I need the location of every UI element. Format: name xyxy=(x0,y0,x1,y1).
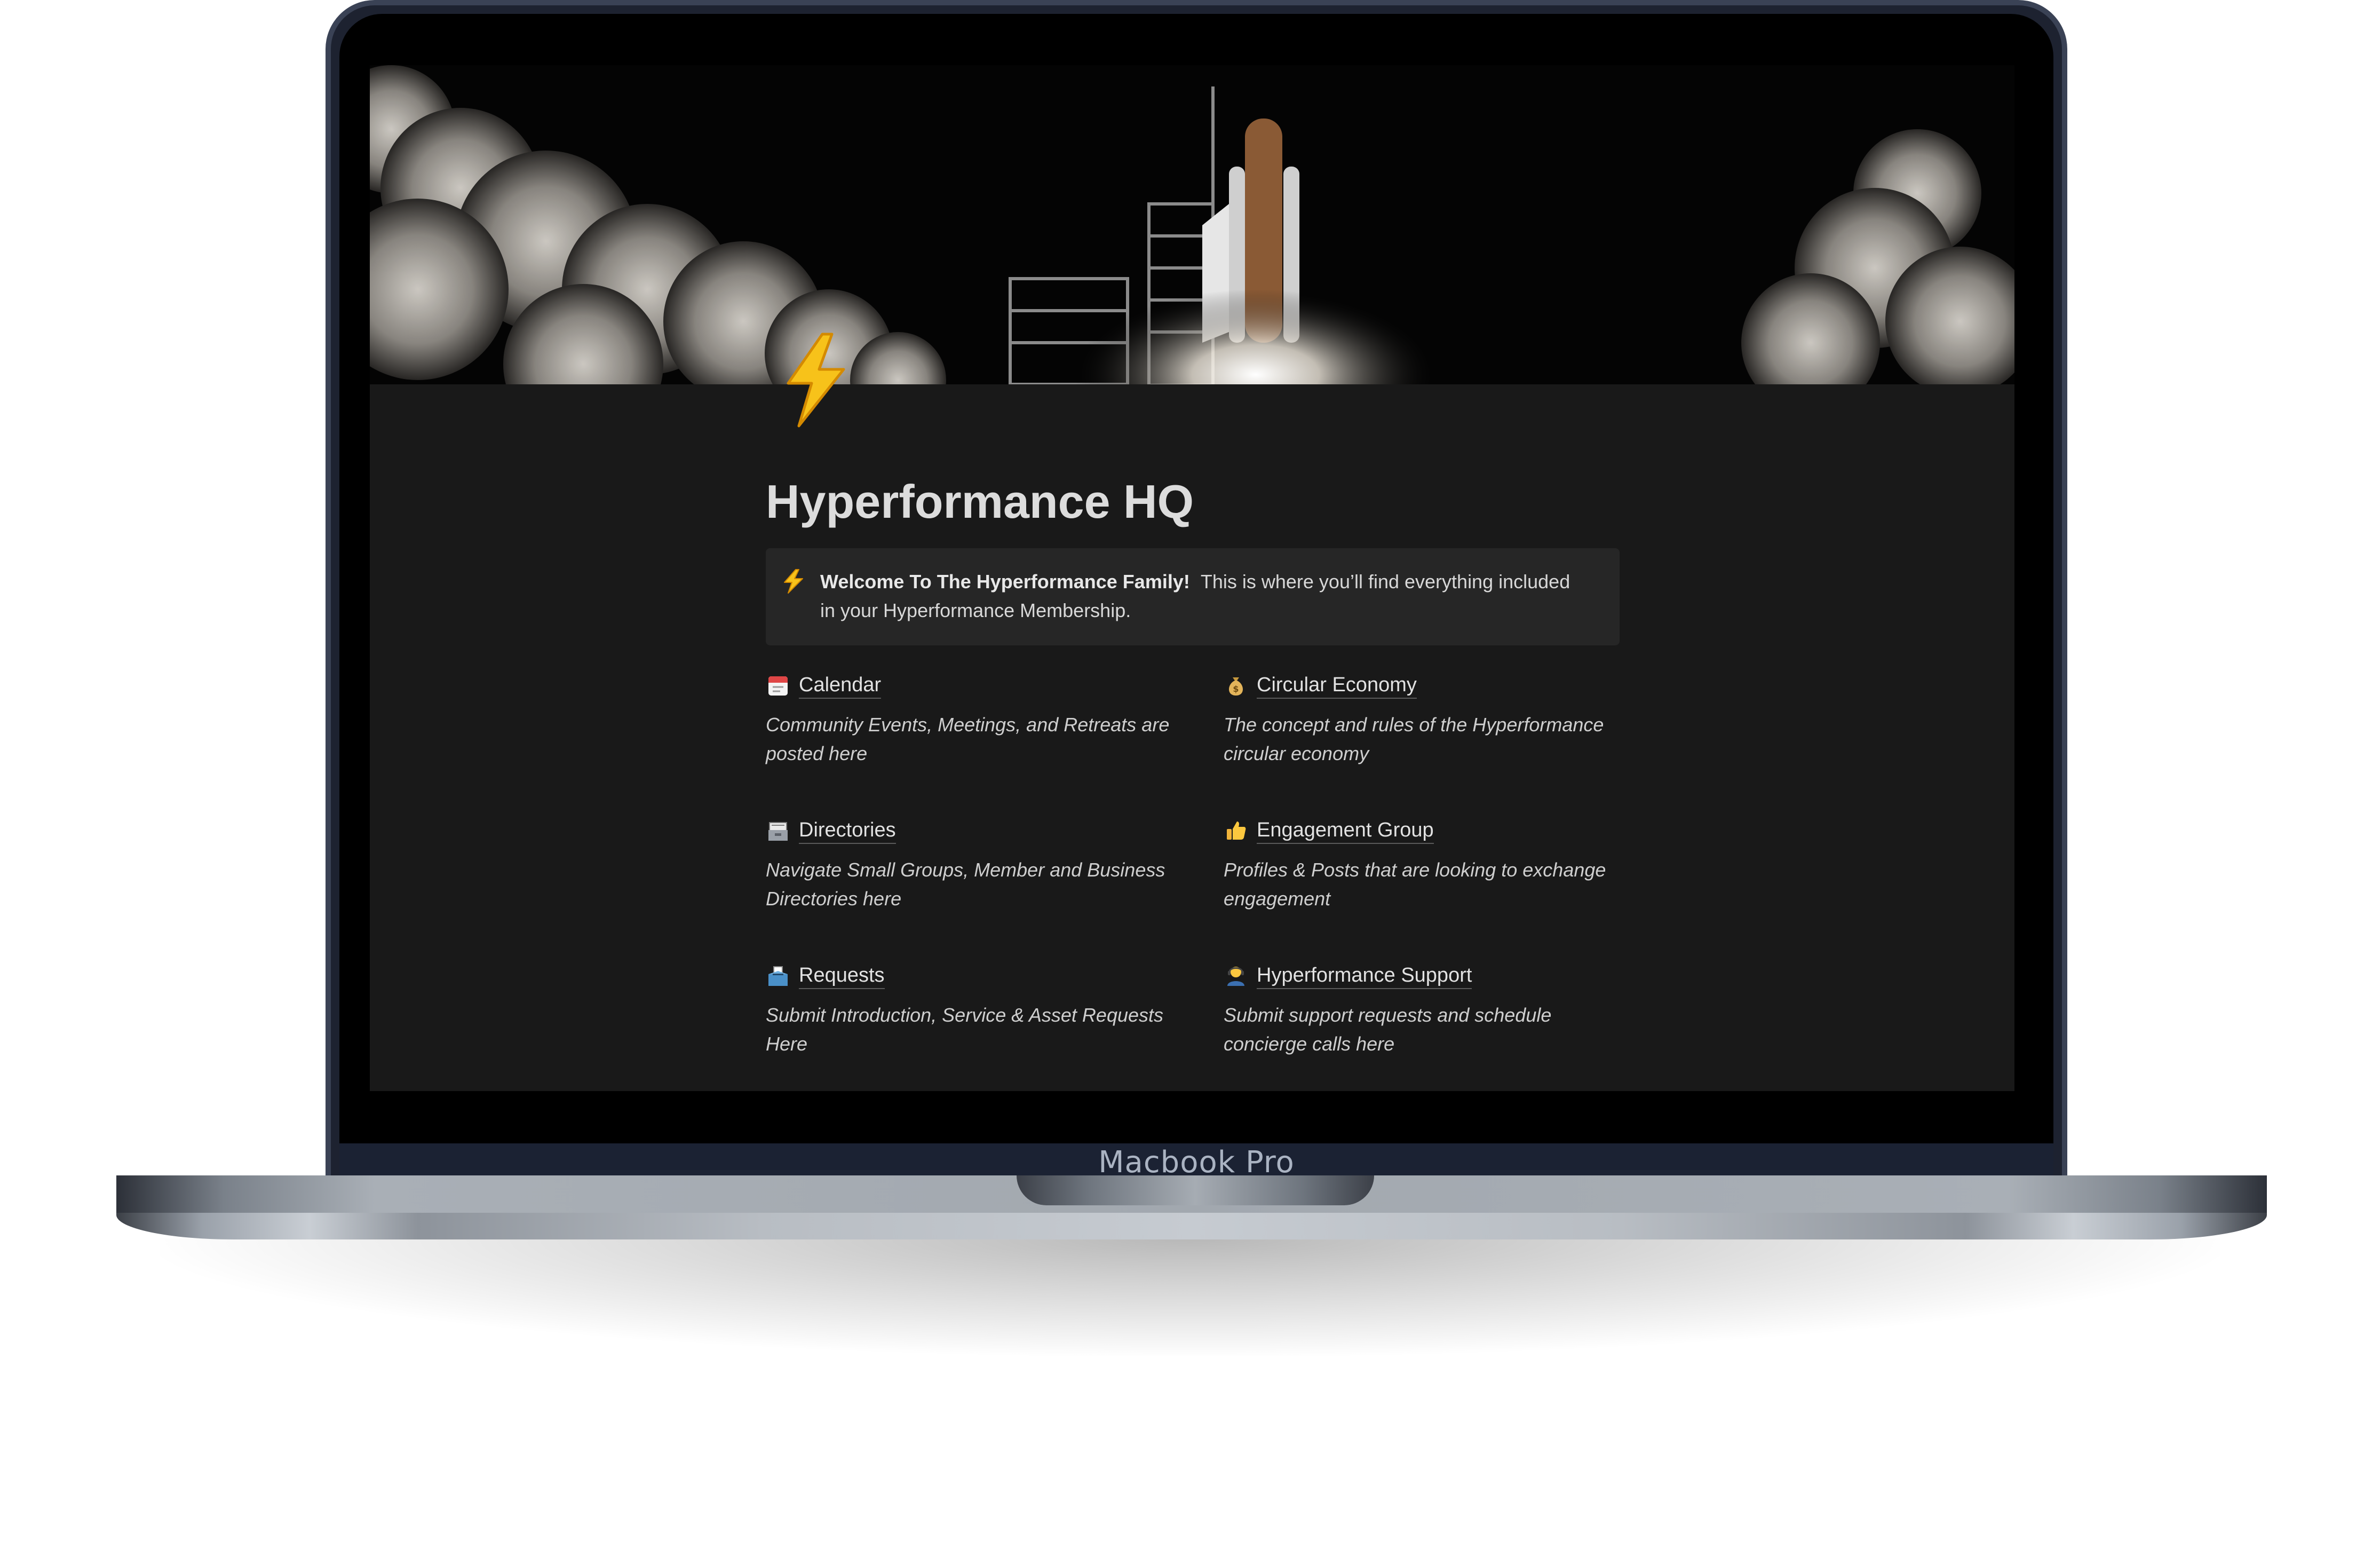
link-card-directories: Directories Navigate Small Groups, Membe… xyxy=(766,817,1224,913)
lightning-icon[interactable] xyxy=(781,332,850,428)
link-directories[interactable]: Directories xyxy=(766,817,1224,844)
link-card-engagement-group: Engagement Group Profiles & Posts that a… xyxy=(1224,817,1620,913)
link-description: Profiles & Posts that are looking to exc… xyxy=(1224,858,1606,910)
link-label[interactable]: Engagement Group xyxy=(1257,817,1434,844)
link-calendar[interactable]: Calendar xyxy=(766,672,1224,699)
thumbs-up-icon xyxy=(1224,818,1248,843)
page-title[interactable]: Hyperformance HQ xyxy=(766,476,1620,528)
support-agent-icon xyxy=(1224,963,1248,988)
device-shadow xyxy=(160,1238,2220,1356)
link-label[interactable]: Circular Economy xyxy=(1257,672,1417,699)
calendar-icon xyxy=(766,673,790,698)
link-hyperformance-support[interactable]: Hyperformance Support xyxy=(1224,962,1620,989)
link-label[interactable]: Directories xyxy=(799,817,896,844)
link-label[interactable]: Calendar xyxy=(799,672,882,699)
link-label[interactable]: Requests xyxy=(799,962,885,989)
welcome-callout: Welcome To The Hyperformance Family! Thi… xyxy=(766,548,1620,645)
link-card-circular-economy: $ Circular Economy The concept and rules… xyxy=(1224,672,1620,768)
model-label: Macbook Pro xyxy=(1098,1144,1295,1180)
lightning-icon xyxy=(782,568,805,594)
cover-image xyxy=(370,65,2014,384)
link-description: Submit support requests and schedule con… xyxy=(1224,1004,1552,1055)
link-description: Navigate Small Groups, Member and Busine… xyxy=(766,858,1165,910)
link-label[interactable]: Hyperformance Support xyxy=(1257,962,1472,989)
card-file-box-icon xyxy=(766,818,790,843)
link-card-calendar: Calendar Community Events, Meetings, and… xyxy=(766,672,1224,768)
link-description: Submit Introduction, Service & Asset Req… xyxy=(766,1004,1164,1055)
laptop-notch xyxy=(1017,1175,1374,1205)
link-description: Community Events, Meetings, and Retreats… xyxy=(766,713,1170,764)
ballot-box-icon xyxy=(766,963,790,988)
callout-heading: Welcome To The Hyperformance Family! xyxy=(820,570,1190,593)
page-content: Hyperformance HQ Welcome To The Hyperfor… xyxy=(766,476,1620,1059)
link-requests[interactable]: Requests xyxy=(766,962,1224,989)
notion-page: Hyperformance HQ Welcome To The Hyperfor… xyxy=(370,65,2014,1091)
link-card-requests: Requests Submit Introduction, Service & … xyxy=(766,962,1224,1059)
link-engagement-group[interactable]: Engagement Group xyxy=(1224,817,1620,844)
svg-text:$: $ xyxy=(1233,684,1239,694)
link-description: The concept and rules of the Hyperforman… xyxy=(1224,713,1604,764)
link-card-hyperformance-support: Hyperformance Support Submit support req… xyxy=(1224,962,1620,1059)
money-bag-icon: $ xyxy=(1224,673,1248,698)
link-circular-economy[interactable]: $ Circular Economy xyxy=(1224,672,1620,699)
link-grid: Calendar Community Events, Meetings, and… xyxy=(766,672,1620,1059)
device-mockup: Macbook Pro Hyperformance HQ Welcome To … xyxy=(0,0,2380,1548)
